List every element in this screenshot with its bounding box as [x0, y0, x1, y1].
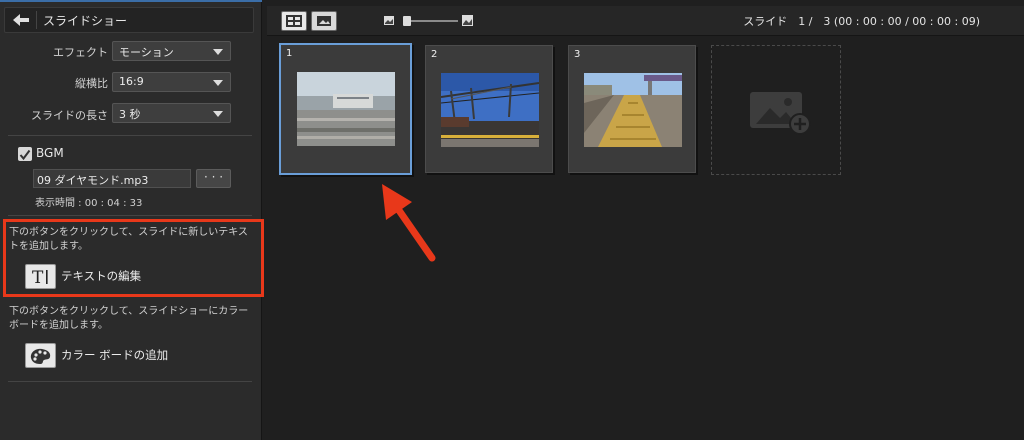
panel-header: スライドショー — [4, 7, 254, 33]
aspect-value: 16:9 — [119, 75, 144, 88]
slideshow-app: スライドショー エフェクト モーション 縦横比 16:9 スライドの長さ 3 秒… — [0, 0, 1024, 440]
slide-position-info: スライド 1 / 3 (00 : 00 : 00 / 00 : 00 : 09) — [743, 15, 980, 28]
slide-thumbnail-3[interactable]: 3 — [568, 45, 696, 173]
thumbnail-view-button[interactable] — [281, 11, 307, 31]
chevron-down-icon — [213, 111, 223, 117]
large-image-icon — [462, 15, 473, 26]
panel-accent-line — [0, 0, 262, 2]
aspect-dropdown[interactable]: 16:9 — [112, 72, 231, 92]
slide-toolbar: スライド 1 / 3 (00 : 00 : 00 / 00 : 00 : 09) — [267, 6, 1024, 36]
slide-image-1 — [297, 72, 395, 146]
highlight-box — [3, 219, 264, 297]
slide-thumbnail-2[interactable]: 2 — [425, 45, 553, 173]
checkmark-icon — [19, 149, 31, 161]
color-board-description: 下のボタンをクリックして、スライドショーにカラー ボードを追加します。 — [9, 306, 249, 331]
divider — [8, 135, 252, 136]
slide-image-2 — [441, 73, 539, 147]
chevron-down-icon — [213, 80, 223, 86]
back-arrow-icon — [13, 14, 29, 26]
slide-length-label: スライドの長さ — [31, 109, 108, 122]
slide-image-3 — [584, 73, 682, 147]
slide-number: 1 — [286, 48, 293, 59]
bgm-file-field[interactable]: 09 ダイヤモンド.mp3 — [33, 169, 191, 188]
slide-number: 2 — [431, 49, 438, 60]
effect-dropdown[interactable]: モーション — [112, 41, 231, 61]
slide-length-value: 3 秒 — [119, 108, 141, 121]
aspect-label: 縦横比 — [75, 77, 108, 90]
settings-panel: スライドショー エフェクト モーション 縦横比 16:9 スライドの長さ 3 秒… — [0, 0, 264, 440]
slide-number: 3 — [574, 49, 581, 60]
image-view-button[interactable] — [311, 11, 337, 31]
palette-icon — [30, 348, 51, 364]
add-slide-placeholder[interactable] — [711, 45, 841, 175]
effect-value: モーション — [119, 46, 174, 59]
bgm-checkbox[interactable] — [18, 147, 32, 161]
small-image-icon — [384, 16, 394, 25]
back-button[interactable] — [9, 11, 33, 29]
bgm-duration: 表示時間 : 00 : 04 : 33 — [35, 198, 143, 209]
thumbnail-view-icon — [286, 15, 302, 27]
divider — [8, 215, 252, 216]
bgm-label: BGM — [36, 146, 64, 160]
browse-button[interactable]: · · · — [196, 169, 231, 188]
red-arrow — [382, 184, 436, 262]
add-image-icon — [750, 92, 811, 135]
effect-label: エフェクト — [53, 46, 108, 59]
slide-thumbnail-1[interactable]: 1 — [279, 43, 412, 175]
add-color-board-button[interactable] — [25, 343, 56, 368]
panel-title: スライドショー — [43, 14, 128, 28]
slide-length-dropdown[interactable]: 3 秒 — [112, 103, 231, 123]
image-view-icon — [317, 16, 331, 26]
add-color-board-label: カラー ボードの追加 — [61, 348, 169, 362]
zoom-slider-knob[interactable] — [403, 16, 411, 26]
chevron-down-icon — [213, 49, 223, 55]
header-separator — [36, 11, 37, 29]
divider — [8, 381, 252, 382]
zoom-slider-track[interactable] — [403, 20, 458, 22]
